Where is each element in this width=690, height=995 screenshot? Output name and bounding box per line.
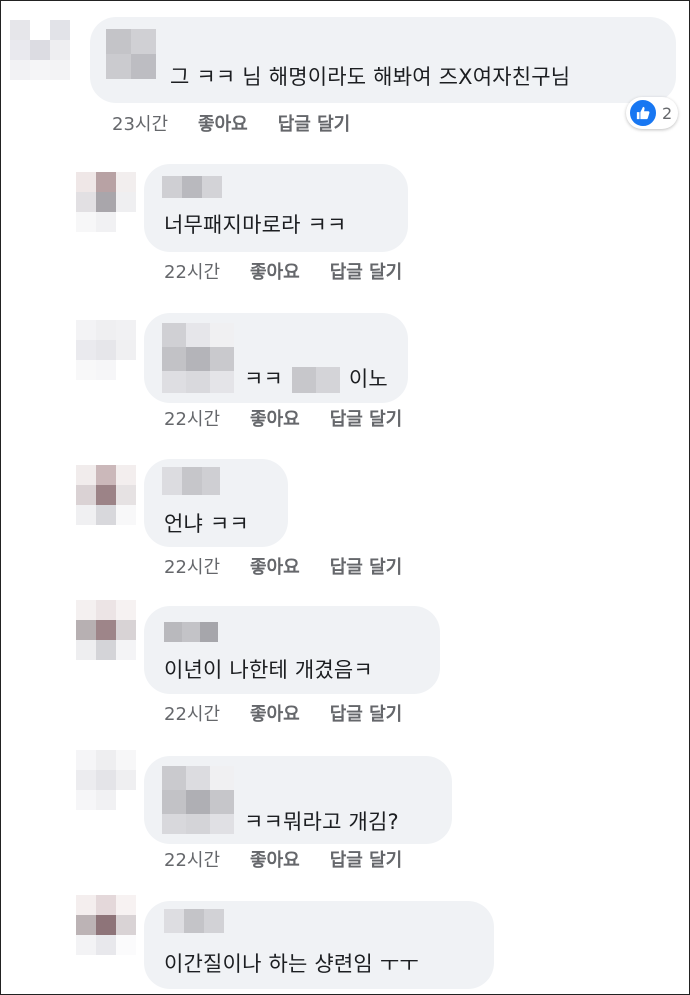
author-name-redacted[interactable] [162, 766, 234, 834]
avatar[interactable] [76, 320, 136, 380]
reply-item: 이간질이나 하는 샹련임 ㅜㅜ [0, 895, 690, 995]
timestamp[interactable]: 23시간 [112, 110, 168, 136]
text-part: ㅋㅋ [244, 367, 284, 391]
like-button[interactable]: 좋아요 [250, 258, 300, 284]
comment-meta: 23시간 좋아요 답글 달기 [112, 110, 350, 136]
comment-bubble: 너무패지마로라 ㅋㅋ [144, 164, 408, 252]
reply-button[interactable]: 답글 달기 [330, 405, 403, 431]
avatar[interactable] [76, 172, 136, 232]
like-button[interactable]: 좋아요 [250, 700, 300, 726]
timestamp[interactable]: 22시간 [164, 258, 220, 284]
avatar[interactable] [10, 20, 70, 80]
comment-bubble: 이간질이나 하는 샹련임 ㅜㅜ [144, 901, 494, 989]
text-part: 이노 [348, 367, 388, 391]
comment-text: ㅋㅋ 이노 [244, 363, 388, 393]
reply-button[interactable]: 답글 달기 [330, 258, 403, 284]
reaction-summary[interactable]: 2 [626, 97, 679, 129]
mentioned-name-redacted[interactable] [291, 367, 340, 393]
reply-item: ㅋㅋ 이노 22시간 좋아요 답글 달기 [0, 305, 690, 440]
reply-item: 너무패지마로라 ㅋㅋ 22시간 좋아요 답글 달기 [0, 160, 690, 290]
timestamp[interactable]: 22시간 [164, 405, 220, 431]
like-button[interactable]: 좋아요 [250, 553, 300, 579]
timestamp[interactable]: 22시간 [164, 846, 220, 872]
like-icon [628, 98, 658, 128]
avatar[interactable] [76, 750, 136, 810]
reply-item: 언냐 ㅋㅋ 22시간 좋아요 답글 달기 [0, 455, 690, 585]
comment-meta: 22시간 좋아요 답글 달기 [164, 553, 402, 579]
author-name-redacted[interactable] [164, 909, 224, 933]
reply-item: 이년이 나한테 개겼음ㅋ 22시간 좋아요 답글 달기 [0, 600, 690, 735]
author-name-redacted[interactable] [162, 323, 234, 393]
like-button[interactable]: 좋아요 [250, 846, 300, 872]
author-name-redacted[interactable] [164, 622, 218, 642]
comment-text: ㅋㅋ뭐라고 개김? [244, 810, 399, 834]
author-name-redacted[interactable] [162, 467, 220, 495]
reply-button[interactable]: 답글 달기 [330, 846, 403, 872]
comment-bubble: 이년이 나한테 개겼음ㅋ [144, 606, 440, 694]
comment-text: 그 ㅋㅋ 님 해명이라도 해봐여 즈X여자친구님 [170, 65, 571, 89]
comment-meta: 22시간 좋아요 답글 달기 [164, 258, 402, 284]
comment-text: 언냐 ㅋㅋ [164, 512, 249, 536]
comment-text: 이년이 나한테 개겼음ㅋ [164, 658, 373, 682]
reply-button[interactable]: 답글 달기 [330, 700, 403, 726]
avatar[interactable] [76, 895, 136, 955]
comment-item: 그 ㅋㅋ 님 해명이라도 해봐여 즈X여자친구님 2 23시간 좋아요 답글 달기 [0, 0, 690, 140]
comment-meta: 22시간 좋아요 답글 달기 [164, 700, 402, 726]
comment-bubble: ㅋㅋ뭐라고 개김? [144, 756, 452, 844]
author-name-redacted[interactable] [106, 29, 156, 79]
comment-bubble: ㅋㅋ 이노 [144, 313, 408, 403]
avatar[interactable] [76, 600, 136, 660]
reply-button[interactable]: 답글 달기 [278, 110, 351, 136]
comment-meta: 22시간 좋아요 답글 달기 [164, 846, 402, 872]
timestamp[interactable]: 22시간 [164, 700, 220, 726]
comment-text: 이간질이나 하는 샹련임 ㅜㅜ [164, 952, 419, 976]
comment-text: 너무패지마로라 ㅋㅋ [164, 213, 347, 237]
author-name-redacted[interactable] [162, 176, 222, 198]
comment-meta: 22시간 좋아요 답글 달기 [164, 405, 402, 431]
like-button[interactable]: 좋아요 [250, 405, 300, 431]
reaction-count: 2 [662, 103, 673, 123]
timestamp[interactable]: 22시간 [164, 553, 220, 579]
avatar[interactable] [76, 465, 136, 525]
comment-bubble: 언냐 ㅋㅋ [144, 459, 288, 547]
reply-button[interactable]: 답글 달기 [330, 553, 403, 579]
reply-item: ㅋㅋ뭐라고 개김? 22시간 좋아요 답글 달기 [0, 750, 690, 885]
comment-bubble: 그 ㅋㅋ 님 해명이라도 해봐여 즈X여자친구님 [90, 17, 676, 103]
like-button[interactable]: 좋아요 [198, 110, 248, 136]
